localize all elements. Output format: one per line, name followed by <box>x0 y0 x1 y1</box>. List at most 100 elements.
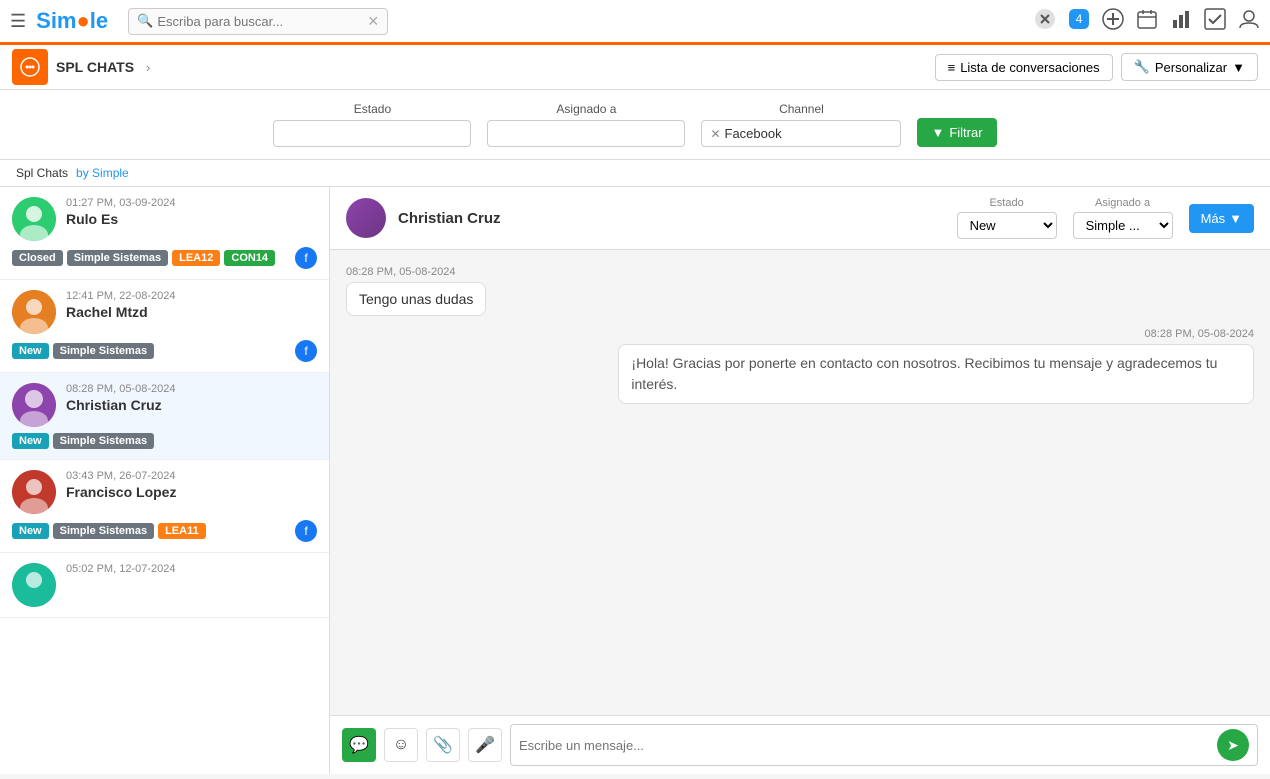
detail-contact-name: Christian Cruz <box>398 210 945 227</box>
filter-row: Estado Asignado a Channel ✕ Facebook ▼ F… <box>0 90 1270 160</box>
top-nav: ☰ Sim●le 🔍 ✕ 4 <box>0 0 1270 45</box>
estado-control-label: Estado <box>989 197 1023 209</box>
facebook-icon-rachel: f <box>295 340 317 362</box>
tag-new-rachel: New <box>12 343 49 359</box>
emoji-tool-icon: ☺ <box>393 736 409 754</box>
remove-channel-icon[interactable]: ✕ <box>710 127 720 141</box>
filter-icon: ▼ <box>931 125 944 140</box>
estado-input[interactable] <box>273 120 471 147</box>
search-input[interactable] <box>157 14 367 29</box>
detail-avatar <box>346 198 386 238</box>
breadcrumb: SPL CHATS <box>56 59 134 75</box>
avatar-rulo <box>12 197 56 241</box>
chat-detail-header: Christian Cruz Estado New Asignado a Sim… <box>330 187 1270 250</box>
message-2: 08:28 PM, 05-08-2024 ¡Hola! Gracias por … <box>618 328 1254 404</box>
hamburger-icon[interactable]: ☰ <box>10 11 26 32</box>
chat-name-francisco: Francisco Lopez <box>66 484 317 500</box>
send-button[interactable]: ➤ <box>1217 729 1249 761</box>
tag-simple-christian: Simple Sistemas <box>53 433 154 449</box>
chat-detail: Christian Cruz Estado New Asignado a Sim… <box>330 187 1270 774</box>
chat-item-5[interactable]: 05:02 PM, 12-07-2024 <box>0 553 329 618</box>
channel-filter-group: Channel ✕ Facebook <box>701 102 901 147</box>
sub-nav-right: ≡ Lista de conversaciones 🔧 Personalizar… <box>935 53 1258 81</box>
mas-dropdown-icon: ▼ <box>1229 211 1242 226</box>
sub-nav: SPL CHATS › ≡ Lista de conversaciones 🔧 … <box>0 45 1270 90</box>
tag-lea21: LEA11 <box>158 523 206 539</box>
avatar-christian <box>12 383 56 427</box>
chat-meta-rachel: 12:41 PM, 22-08-2024 Rachel Mtzd <box>66 290 317 320</box>
top-icons: 4 <box>1034 8 1260 35</box>
mas-label: Más <box>1201 211 1226 226</box>
estado-control-group: Estado New <box>957 197 1057 239</box>
chat-item-rulo[interactable]: 01:27 PM, 03-09-2024 Rulo Es Closed Simp… <box>0 187 329 280</box>
logo: Sim●le <box>36 8 108 34</box>
tag-new-francisco: New <box>12 523 49 539</box>
tag-lea12: LEA12 <box>172 250 220 266</box>
tag-con14: CON14 <box>224 250 275 266</box>
asignado-label: Asignado a <box>487 102 685 116</box>
main-content: 01:27 PM, 03-09-2024 Rulo Es Closed Simp… <box>0 187 1270 774</box>
attach-tool-button[interactable]: 📎 <box>426 728 460 762</box>
chat-tags-rachel: New Simple Sistemas f <box>12 340 317 362</box>
mic-tool-icon: 🎤 <box>475 735 495 755</box>
x-circle-icon[interactable] <box>1034 8 1056 35</box>
dropdown-arrow-icon: ▼ <box>1232 60 1245 75</box>
msg-time-2: 08:28 PM, 05-08-2024 <box>618 328 1254 340</box>
by-simple-link[interactable]: by Simple <box>76 166 129 180</box>
lista-conversaciones-button[interactable]: ≡ Lista de conversaciones <box>935 54 1113 81</box>
chat-item-rachel[interactable]: 12:41 PM, 22-08-2024 Rachel Mtzd New Sim… <box>0 280 329 373</box>
sub-nav-left: SPL CHATS › <box>12 49 150 85</box>
plus-icon[interactable] <box>1102 8 1124 35</box>
chat-time-rulo: 01:27 PM, 03-09-2024 <box>66 197 317 209</box>
checkmark-icon[interactable] <box>1204 8 1226 35</box>
message-tool-button[interactable]: 💬 <box>342 728 376 762</box>
tag-simple-rachel: Simple Sistemas <box>53 343 154 359</box>
svg-text:4: 4 <box>1076 12 1083 26</box>
calendar-icon[interactable] <box>1136 8 1158 35</box>
emoji-tool-button[interactable]: ☺ <box>384 728 418 762</box>
estado-label: Estado <box>273 102 471 116</box>
chat-time-christian: 08:28 PM, 05-08-2024 <box>66 383 317 395</box>
detail-controls: Estado New Asignado a Simple ... Más ▼ <box>957 197 1254 239</box>
badge-4-icon[interactable]: 4 <box>1068 8 1090 35</box>
chat-tags-christian: New Simple Sistemas <box>12 433 317 449</box>
clear-search-icon[interactable]: ✕ <box>367 13 379 30</box>
tag-new-christian: New <box>12 433 49 449</box>
chat-time-rachel: 12:41 PM, 22-08-2024 <box>66 290 317 302</box>
chat-input-area[interactable]: ➤ <box>510 724 1258 766</box>
channel-label: Channel <box>701 102 901 116</box>
asignado-select[interactable]: Simple ... <box>1073 212 1173 239</box>
asignado-control-label: Asignado a <box>1095 197 1150 209</box>
chat-name-rulo: Rulo Es <box>66 211 317 227</box>
avatar-5 <box>12 563 56 607</box>
chat-meta-rulo: 01:27 PM, 03-09-2024 Rulo Es <box>66 197 317 227</box>
channel-tag[interactable]: ✕ Facebook <box>701 120 901 147</box>
chat-meta-christian: 08:28 PM, 05-08-2024 Christian Cruz <box>66 383 317 413</box>
breadcrumb-arrow-icon: › <box>146 60 150 75</box>
message-tool-icon: 💬 <box>349 735 369 755</box>
chat-item-christian[interactable]: 08:28 PM, 05-08-2024 Christian Cruz New … <box>0 373 329 460</box>
chat-input[interactable] <box>519 738 1217 753</box>
user-profile-icon[interactable] <box>1238 8 1260 35</box>
spl-chats-link[interactable]: Spl Chats <box>16 166 68 180</box>
mic-tool-button[interactable]: 🎤 <box>468 728 502 762</box>
filtrar-button[interactable]: ▼ Filtrar <box>917 118 996 147</box>
mas-button[interactable]: Más ▼ <box>1189 204 1254 233</box>
list-icon: ≡ <box>948 60 956 75</box>
avatar-rachel <box>12 290 56 334</box>
chat-tags-rulo: Closed Simple Sistemas LEA12 CON14 f <box>12 247 317 269</box>
tag-simple-francisco: Simple Sistemas <box>53 523 154 539</box>
chart-icon[interactable] <box>1170 8 1192 35</box>
wrench-icon: 🔧 <box>1134 59 1150 75</box>
filtrar-label: Filtrar <box>949 125 982 140</box>
msg-bubble-1: Tengo unas dudas <box>346 282 486 316</box>
personalizar-button[interactable]: 🔧 Personalizar ▼ <box>1121 53 1258 81</box>
personalizar-label: Personalizar <box>1155 60 1227 75</box>
message-1: 08:28 PM, 05-08-2024 Tengo unas dudas <box>346 266 486 316</box>
estado-filter-group: Estado <box>273 102 471 147</box>
chat-item-francisco[interactable]: 03:43 PM, 26-07-2024 Francisco Lopez New… <box>0 460 329 553</box>
asignado-input[interactable] <box>487 120 685 147</box>
logo-dot: ● <box>77 8 90 34</box>
estado-select[interactable]: New <box>957 212 1057 239</box>
search-bar[interactable]: 🔍 ✕ <box>128 8 388 35</box>
